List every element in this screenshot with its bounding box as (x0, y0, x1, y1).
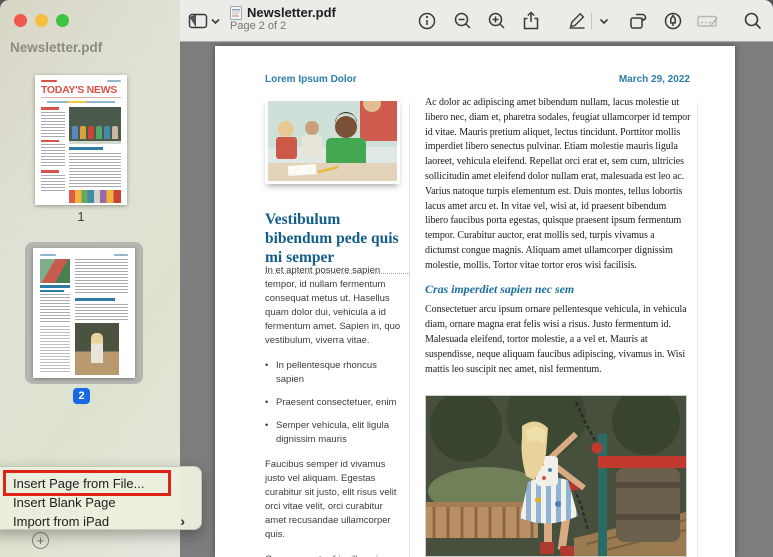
page-1-label: 1 (35, 209, 127, 224)
zoom-out-icon[interactable] (452, 10, 474, 32)
thumb2-classroom-photo (40, 259, 70, 283)
add-page-button[interactable]: + (32, 532, 49, 549)
rotate-icon[interactable] (627, 10, 649, 32)
playground-photo (425, 395, 687, 557)
thumbnail-sidebar: Newsletter.pdf TODAY'S NEWS (0, 0, 180, 557)
info-icon[interactable] (416, 10, 438, 32)
page-1-thumbnail[interactable]: TODAY'S NEWS (35, 75, 127, 205)
sidebar-toggle-chevron-icon[interactable] (209, 10, 222, 32)
right-column-text: Ac dolor ac adipiscing amet bibendum nul… (425, 96, 691, 377)
menu-item-import-from-ipad[interactable]: Import from iPad › (0, 512, 201, 531)
bullet-list: In pellentesque rhoncus sapien Praesent … (265, 359, 402, 447)
thumb1-subtitle-line (47, 101, 115, 103)
zoom-in-icon[interactable] (486, 10, 508, 32)
page-2-badge: 2 (73, 388, 90, 404)
sidebar-document-title: Newsletter.pdf (10, 40, 102, 55)
newsletter-header: Lorem Ipsum Dolor (265, 74, 357, 85)
left-para-2: Faucibus semper id vivamus justo vel ali… (265, 458, 402, 542)
sidebar-toggle-icon[interactable] (187, 10, 209, 32)
left-para-3: Quam nascetur fringilla quisque adipisci… (265, 553, 402, 557)
thumb1-class-photo (69, 107, 121, 144)
bullet-item: Praesent consectetuer, enim (265, 396, 402, 410)
right-para-1: Ac dolor ac adipiscing amet bibendum nul… (425, 96, 691, 274)
left-para-1: In et aptent posuere sapien tempor, id n… (265, 264, 402, 348)
highlight-icon[interactable] (662, 10, 684, 32)
zoom-window-button[interactable] (56, 14, 69, 27)
thumb1-title: TODAY'S NEWS (41, 84, 121, 98)
right-margin-rule (697, 103, 698, 557)
thumb1-columns (41, 107, 121, 203)
pdf-document-icon (230, 6, 242, 20)
window-title: Newsletter.pdf (247, 5, 336, 20)
toolbar-divider (591, 13, 592, 29)
text-annotation-icon (696, 10, 718, 32)
right-subheading: Cras imperdiet sapien nec sem (425, 282, 691, 297)
minimize-window-button[interactable] (35, 14, 48, 27)
search-icon[interactable] (742, 10, 764, 32)
thumb1-pencils-photo (69, 190, 121, 203)
right-para-2: Consectetuer arcu ipsum ornare pellentes… (425, 303, 691, 377)
preview-window: Newsletter.pdf TODAY'S NEWS (0, 0, 773, 557)
bullet-item: Semper vehicula, elit ligula dignissim m… (265, 419, 402, 447)
thumb1-masthead (41, 80, 121, 82)
share-icon[interactable] (520, 10, 542, 32)
left-column-text: In et aptent posuere sapien tempor, id n… (265, 264, 402, 557)
traffic-lights (14, 14, 69, 27)
page-indicator: Page 2 of 2 (230, 20, 336, 32)
submenu-chevron-icon: › (180, 512, 185, 531)
toolbar: Newsletter.pdf Page 2 of 2 (180, 0, 773, 42)
thumb2-playground-photo (75, 323, 119, 375)
bullet-item: In pellentesque rhoncus sapien (265, 359, 402, 387)
red-annotation-box (3, 470, 171, 496)
column-divider-rule (409, 103, 410, 557)
markup-chevron-icon[interactable] (597, 10, 611, 32)
markup-pencil-icon[interactable] (566, 10, 588, 32)
classroom-photo (265, 98, 400, 184)
pdf-page-2: Lorem Ipsum Dolor March 29, 2022 (215, 46, 735, 557)
newsletter-date: March 29, 2022 (619, 74, 690, 85)
page-2-thumbnail[interactable] (33, 248, 135, 378)
close-window-button[interactable] (14, 14, 27, 27)
document-viewport[interactable]: Lorem Ipsum Dolor March 29, 2022 (180, 42, 773, 557)
